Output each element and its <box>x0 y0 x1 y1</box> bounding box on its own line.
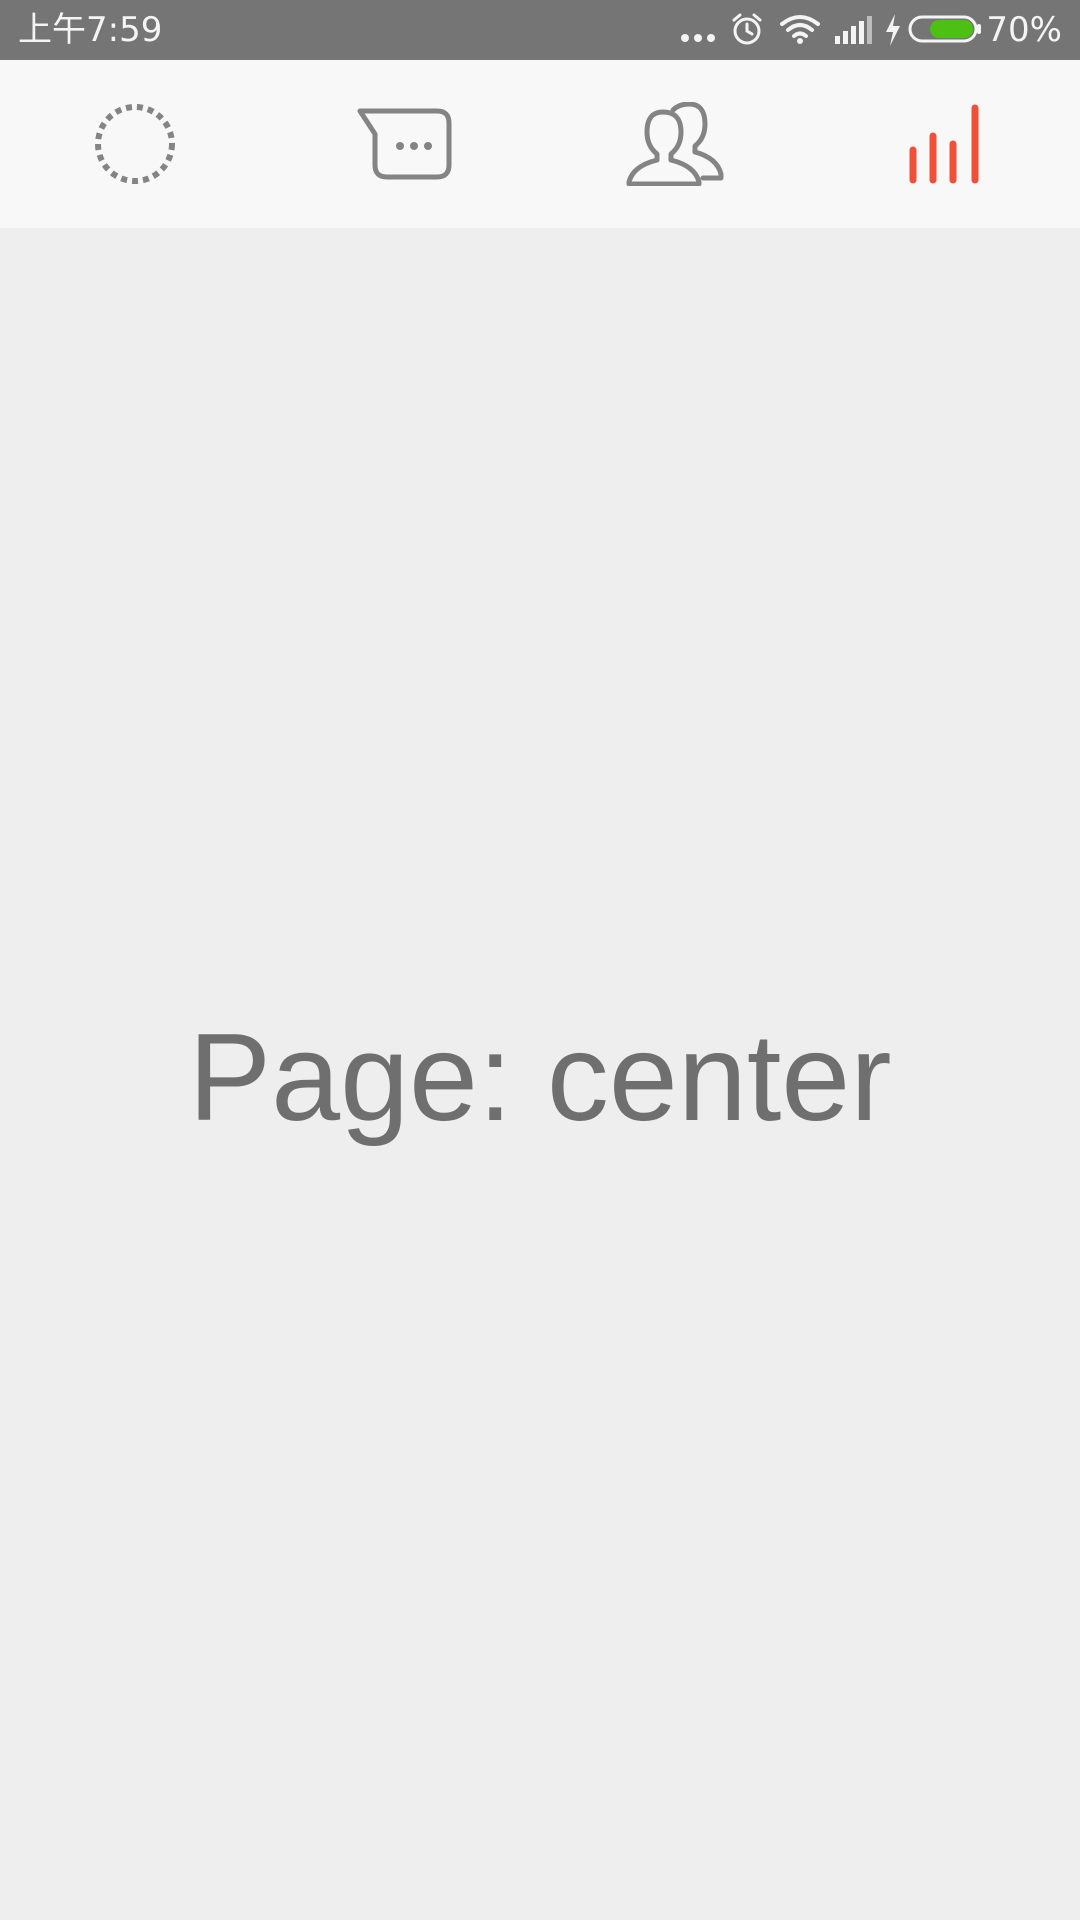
battery-icon <box>908 15 981 43</box>
page-label: Page: center <box>188 1009 892 1147</box>
charging-icon <box>886 14 900 46</box>
alarm-icon <box>732 13 762 45</box>
tab-bar <box>0 60 1080 228</box>
contacts-icon <box>626 102 724 186</box>
chat-bubble-icon <box>357 108 452 180</box>
tab-contacts[interactable] <box>540 60 810 228</box>
tab-stats[interactable] <box>810 60 1080 228</box>
tab-messages[interactable] <box>270 60 540 228</box>
bar-chart-icon <box>909 104 979 184</box>
dotted-circle-icon <box>95 104 175 184</box>
status-icons: 70% <box>660 0 1080 60</box>
more-dots-icon <box>681 34 715 42</box>
status-time: 上午7:59 <box>18 10 163 50</box>
main-content: Page: center <box>0 228 1080 1920</box>
tab-dotted-circle[interactable] <box>0 60 270 228</box>
cell-signal-icon <box>835 16 872 44</box>
wifi-icon <box>780 15 820 44</box>
battery-percent: 70% <box>986 10 1062 50</box>
status-bar: 上午7:59 70% <box>0 0 1080 60</box>
